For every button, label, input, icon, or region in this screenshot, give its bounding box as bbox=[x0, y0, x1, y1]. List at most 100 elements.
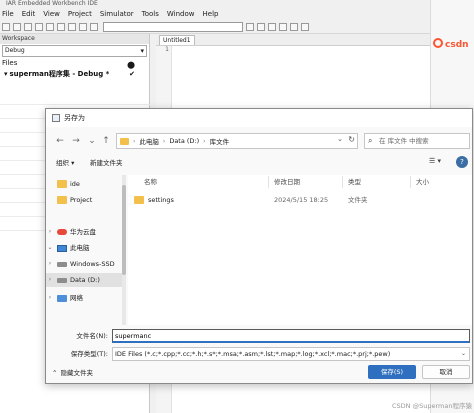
nav-pane-scrollbar[interactable] bbox=[122, 175, 126, 325]
help-button[interactable]: ? bbox=[456, 156, 468, 168]
find-combo[interactable] bbox=[103, 21, 243, 32]
breadcrumb-data-drive[interactable]: Data (D:) bbox=[169, 137, 199, 145]
nav-item-windows-ssd[interactable]: › Windows-SSD bbox=[46, 257, 122, 271]
folder-icon bbox=[57, 196, 67, 204]
file-list: 名称 修改日期 类型 大小 settings 2024/5/15 18:25 文… bbox=[128, 175, 472, 325]
forward-arrow-icon[interactable]: → bbox=[70, 134, 82, 148]
nav-item-huawei-cloud[interactable]: › 华为云盘 bbox=[46, 225, 122, 239]
print-icon[interactable] bbox=[35, 22, 43, 31]
csdn-logo-icon bbox=[433, 38, 443, 48]
command-bar: 组织 ▾ 新建文件夹 ☰ ▾ ? bbox=[46, 155, 472, 171]
compile-icon[interactable] bbox=[279, 22, 287, 31]
save-as-dialog: 另存为 ← → ⌄ ↑ › 此电脑 › Data (D:) › 库文件 ⌄ ↻ … bbox=[45, 108, 473, 384]
column-divider[interactable] bbox=[410, 176, 411, 188]
search-input[interactable]: ⌕ 在 库文件 中搜索 bbox=[364, 133, 470, 149]
menu-window[interactable]: Window bbox=[167, 10, 195, 18]
cut-icon[interactable] bbox=[46, 22, 54, 31]
debug-icon[interactable] bbox=[301, 22, 309, 31]
save-icon[interactable] bbox=[24, 22, 32, 31]
nav-item-network[interactable]: › 网络 bbox=[46, 291, 122, 305]
divider bbox=[0, 104, 150, 105]
hide-folders-label: 隐藏文件夹 bbox=[60, 369, 93, 377]
menu-view[interactable]: View bbox=[43, 10, 60, 18]
workspace-header: Workspace bbox=[0, 34, 149, 44]
ide-menubar: File Edit View Project Simulator Tools W… bbox=[0, 8, 430, 20]
config-select[interactable]: Debug bbox=[2, 45, 147, 57]
save-button[interactable]: 保存(S) bbox=[368, 365, 416, 379]
column-header-size[interactable]: 大小 bbox=[416, 175, 429, 189]
folder-icon bbox=[57, 180, 67, 188]
redo-icon[interactable] bbox=[90, 22, 98, 31]
column-divider[interactable] bbox=[342, 176, 343, 188]
organize-button[interactable]: 组织 ▾ bbox=[56, 157, 74, 169]
nav-item-project[interactable]: Project bbox=[46, 193, 122, 207]
chevron-right-icon[interactable]: › bbox=[46, 291, 54, 305]
chevron-right-icon[interactable]: › bbox=[46, 273, 54, 287]
breadcrumb-library[interactable]: 库文件 bbox=[210, 136, 230, 146]
menu-tools[interactable]: Tools bbox=[142, 10, 159, 18]
menu-simulator[interactable]: Simulator bbox=[100, 10, 134, 18]
chevron-down-icon: ⌄ bbox=[460, 350, 466, 357]
chevron-right-icon[interactable]: › bbox=[46, 257, 54, 271]
save-type-select[interactable]: IDE Files (*.c;*.cpp;*.cc;*.h;*.s*;*.msa… bbox=[112, 347, 470, 361]
copy-icon[interactable] bbox=[57, 22, 65, 31]
chevron-down-icon[interactable]: ⌄ bbox=[86, 134, 98, 148]
refresh-icon[interactable]: ↻ bbox=[348, 135, 355, 144]
nav-item-this-pc[interactable]: ⌄ 此电脑 bbox=[46, 241, 122, 255]
table-row[interactable]: settings 2024/5/15 18:25 文件夹 bbox=[134, 193, 468, 207]
files-header-label: Files bbox=[2, 59, 18, 67]
chevron-down-icon[interactable]: ⌄ bbox=[46, 241, 54, 255]
dialog-titlebar: 另存为 bbox=[46, 109, 472, 127]
computer-icon bbox=[57, 244, 67, 252]
file-name-input[interactable] bbox=[112, 329, 470, 343]
cancel-button[interactable]: 取消 bbox=[422, 365, 470, 379]
view-options-icon[interactable]: ☰ ▾ bbox=[429, 157, 441, 165]
files-header: Files ⬤ bbox=[0, 58, 149, 69]
project-name: superman程序集 - Debug * bbox=[9, 70, 110, 78]
file-name: settings bbox=[148, 196, 174, 204]
nav-item-label: ide bbox=[70, 180, 80, 188]
column-header-type[interactable]: 类型 bbox=[348, 175, 361, 189]
nav-item-label: Data (D:) bbox=[70, 276, 100, 284]
column-header-name[interactable]: 名称 bbox=[144, 175, 157, 189]
menu-edit[interactable]: Edit bbox=[22, 10, 36, 18]
paste-icon[interactable] bbox=[68, 22, 76, 31]
open-file-icon[interactable] bbox=[13, 22, 21, 31]
find-icon[interactable] bbox=[246, 22, 254, 31]
column-divider[interactable] bbox=[268, 176, 269, 188]
search-placeholder: 在 库文件 中搜索 bbox=[379, 137, 429, 145]
menu-project[interactable]: Project bbox=[68, 10, 92, 18]
search-icon: ⌕ bbox=[368, 136, 373, 145]
hide-folders-toggle[interactable]: ⌃ 隐藏文件夹 bbox=[52, 367, 93, 379]
bookmark-icon[interactable] bbox=[268, 22, 276, 31]
chevron-down-icon[interactable]: ▾ bbox=[4, 68, 8, 80]
breadcrumb-this-pc[interactable]: 此电脑 bbox=[139, 136, 159, 146]
goto-icon[interactable] bbox=[257, 22, 265, 31]
dialog-icon bbox=[52, 114, 60, 122]
nav-item-ide[interactable]: ide bbox=[46, 177, 122, 191]
csdn-watermark: CSDN @Superman程序猿 bbox=[392, 402, 472, 410]
chevron-down-icon[interactable]: ⌄ bbox=[337, 135, 343, 143]
cloud-icon bbox=[57, 229, 67, 235]
nav-item-label: 此电脑 bbox=[70, 244, 90, 252]
back-arrow-icon[interactable]: ← bbox=[54, 134, 66, 148]
undo-icon[interactable] bbox=[79, 22, 87, 31]
address-bar[interactable]: › 此电脑 › Data (D:) › 库文件 ⌄ ↻ bbox=[116, 133, 358, 149]
menu-help[interactable]: Help bbox=[203, 10, 219, 18]
nav-item-label: Project bbox=[70, 196, 93, 204]
up-arrow-icon[interactable]: ↑ bbox=[100, 134, 112, 148]
make-icon[interactable] bbox=[290, 22, 298, 31]
chevron-right-icon[interactable]: › bbox=[46, 225, 54, 239]
scrollbar-thumb[interactable] bbox=[122, 185, 126, 275]
nav-item-data-drive[interactable]: › Data (D:) bbox=[46, 273, 122, 287]
tab-untitled1[interactable]: Untitled1 bbox=[159, 35, 195, 45]
new-file-icon[interactable] bbox=[2, 22, 10, 31]
dialog-title: 另存为 bbox=[64, 114, 85, 122]
options-icon: ⬤ bbox=[127, 61, 135, 69]
new-folder-button[interactable]: 新建文件夹 bbox=[90, 157, 123, 169]
column-header-modified[interactable]: 修改日期 bbox=[274, 175, 300, 189]
editor-tabs: Untitled1 bbox=[156, 34, 430, 46]
menu-file[interactable]: File bbox=[2, 10, 14, 18]
nav-item-label: 华为云盘 bbox=[70, 228, 96, 236]
chevron-right-icon: › bbox=[203, 137, 206, 145]
